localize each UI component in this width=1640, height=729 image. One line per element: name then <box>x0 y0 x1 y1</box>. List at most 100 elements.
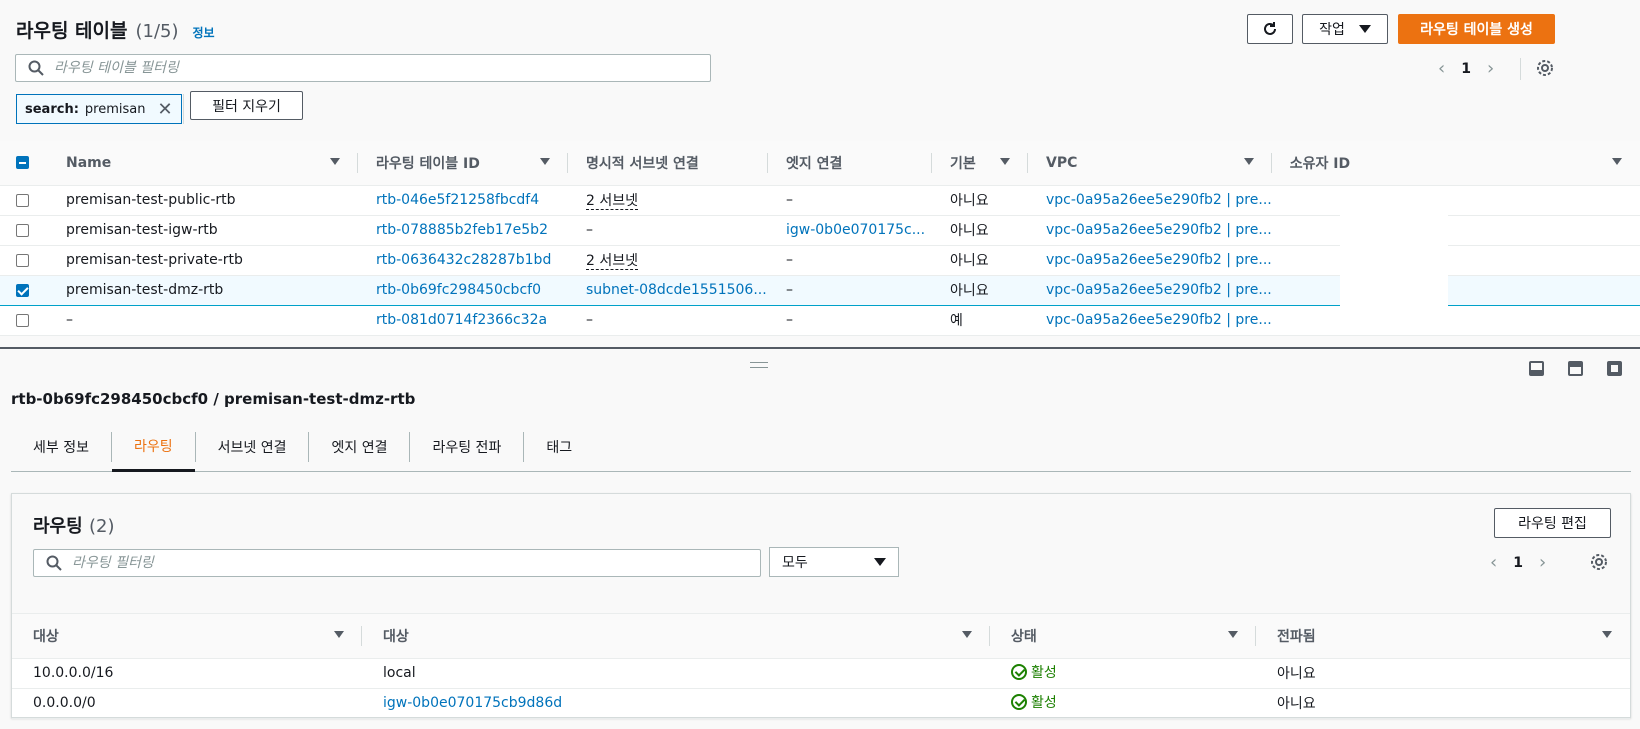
tab-tags[interactable]: 태그 <box>524 422 594 472</box>
route-tables-section: 라우팅 테이블 (1/5) 정보 작업 라우팅 테이블 생성 ‹ 1 › sea… <box>0 0 1640 340</box>
route-table-id-link[interactable]: rtb-078885b2feb17e5b2 <box>376 222 548 238</box>
col-header[interactable]: 명시적 서브넷 연결 <box>568 141 768 186</box>
selection-count: (1/5) <box>135 21 179 42</box>
row-checkbox[interactable] <box>16 193 29 207</box>
subnet-association[interactable]: 2 서브넷 <box>586 253 638 270</box>
vpc-link[interactable]: vpc-0a95a26ee5e290fb2 | pre... <box>1046 222 1272 238</box>
row-checkbox[interactable] <box>16 223 29 237</box>
panel-bottom-icon[interactable] <box>1529 361 1544 376</box>
token-value: premisan <box>84 101 146 117</box>
col-header[interactable]: 전파됨 <box>1256 614 1630 659</box>
detail-title: rtb-0b69fc298450cbcf0 / premisan-test-dm… <box>11 390 416 408</box>
vpc-link[interactable]: vpc-0a95a26ee5e290fb2 | pre... <box>1046 282 1272 298</box>
settings-gear-icon[interactable] <box>1590 553 1608 575</box>
subnet-association[interactable]: 2 서브넷 <box>586 193 638 210</box>
sort-icon[interactable] <box>962 631 972 638</box>
tab-subnet-associations[interactable]: 서브넷 연결 <box>196 422 309 472</box>
filter-token: search: premisan ✕ <box>16 94 182 124</box>
col-header[interactable]: Name <box>48 141 358 186</box>
divider <box>1520 58 1521 80</box>
sort-icon[interactable] <box>334 631 344 638</box>
sort-icon[interactable] <box>1243 158 1254 165</box>
vpc-link[interactable]: vpc-0a95a26ee5e290fb2 | pre... <box>1046 252 1272 268</box>
status-badge: 활성 <box>1011 662 1057 682</box>
route-table-id-link[interactable]: rtb-046e5f21258fbcdf4 <box>376 192 539 208</box>
route-table-id-link[interactable]: rtb-0b69fc298450cbcf0 <box>376 282 541 298</box>
propagated-cell: 아니요 <box>1256 688 1630 719</box>
redaction-mask <box>1340 213 1448 313</box>
sort-icon[interactable] <box>540 158 550 165</box>
col-header[interactable]: 엣지 연결 <box>768 141 932 186</box>
chevron-left-icon[interactable]: ‹ <box>1490 552 1497 573</box>
route-filter-select[interactable]: 모두 <box>769 547 899 577</box>
vpc-link[interactable]: vpc-0a95a26ee5e290fb2 | pre... <box>1046 312 1272 328</box>
col-header[interactable]: 라우팅 테이블 ID <box>358 141 568 186</box>
sort-icon[interactable] <box>330 158 340 165</box>
routes-table: 대상 대상 상태 전파됨 10.0.0.0/16 local 활성 아니요 0.… <box>12 614 1630 719</box>
chevron-left-icon[interactable]: ‹ <box>1438 58 1445 79</box>
col-header[interactable]: 소유자 ID <box>1271 141 1640 186</box>
table-row: 0.0.0.0/0 igw-0b0e070175cb9d86d 활성 아니요 <box>12 688 1630 719</box>
actions-button[interactable]: 작업 <box>1302 14 1388 44</box>
settings-gear-icon[interactable] <box>1536 59 1554 81</box>
vpc-link[interactable]: vpc-0a95a26ee5e290fb2 | pre... <box>1046 192 1272 208</box>
col-header[interactable]: 대상 <box>362 614 990 659</box>
select-all-checkbox[interactable] <box>16 156 29 170</box>
routes-panel-header: 라우팅 (2) 라우팅 편집 모두 ‹ 1 › <box>12 494 1630 614</box>
search-input[interactable] <box>54 60 710 76</box>
drag-handle[interactable] <box>750 362 768 368</box>
refresh-button[interactable] <box>1247 14 1293 44</box>
col-header[interactable]: 상태 <box>990 614 1256 659</box>
row-checkbox[interactable] <box>16 253 29 267</box>
clear-filters-button[interactable]: 필터 지우기 <box>190 91 303 120</box>
name-cell: – <box>48 305 358 336</box>
edit-routes-button[interactable]: 라우팅 편집 <box>1494 508 1611 538</box>
row-checkbox[interactable] <box>16 313 29 327</box>
subnet-cell: – <box>568 215 768 246</box>
tab-edge-associations[interactable]: 엣지 연결 <box>309 422 409 472</box>
name-cell: premisan-test-private-rtb <box>48 245 358 276</box>
panel-full-icon[interactable] <box>1607 361 1622 376</box>
route-table-id-link[interactable]: rtb-0636432c28287b1bd <box>376 252 551 268</box>
route-table-id-link[interactable]: rtb-081d0714f2366c32a <box>376 312 547 328</box>
select-value: 모두 <box>782 555 808 571</box>
subnet-cell: – <box>568 305 768 336</box>
tab-details[interactable]: 세부 정보 <box>11 422 111 472</box>
sort-icon[interactable] <box>1602 631 1612 638</box>
edge-cell: – <box>768 185 932 216</box>
tab-routes[interactable]: 라우팅 <box>111 422 195 472</box>
sort-icon[interactable] <box>1612 158 1622 165</box>
page-number[interactable]: 1 <box>1461 61 1471 77</box>
routes-pagination: ‹ 1 › <box>1490 552 1546 573</box>
table-row[interactable]: premisan-test-public-rtb rtb-046e5f21258… <box>0 185 1640 216</box>
split-divider[interactable] <box>0 347 1640 349</box>
edge-cell: – <box>768 305 932 336</box>
routes-panel: 라우팅 (2) 라우팅 편집 모두 ‹ 1 › 대상 대상 상태 전파됨 <box>11 493 1631 719</box>
divider <box>183 94 184 124</box>
edge-cell: – <box>768 245 932 276</box>
col-header[interactable]: 대상 <box>12 614 362 659</box>
route-table-filter[interactable] <box>15 54 711 82</box>
close-icon[interactable]: ✕ <box>157 99 172 120</box>
target-link[interactable]: igw-0b0e070175cb9d86d <box>383 695 562 711</box>
routes-filter[interactable] <box>33 549 761 577</box>
chevron-right-icon[interactable]: › <box>1487 58 1494 79</box>
col-header[interactable]: 기본 <box>932 141 1028 186</box>
route-search-input[interactable] <box>72 555 760 571</box>
chevron-right-icon[interactable]: › <box>1539 552 1546 573</box>
main-cell: 아니요 <box>932 245 1028 276</box>
col-header[interactable]: VPC <box>1028 141 1272 186</box>
sort-icon[interactable] <box>1228 631 1238 638</box>
tab-route-propagation[interactable]: 라우팅 전파 <box>410 422 523 472</box>
sort-icon[interactable] <box>1000 158 1010 165</box>
page-header: 라우팅 테이블 (1/5) 정보 <box>16 16 215 43</box>
subnet-link[interactable]: subnet-08dcde1551506... <box>586 282 767 298</box>
page-number[interactable]: 1 <box>1513 555 1523 571</box>
edge-link[interactable]: igw-0b0e070175c... <box>786 222 925 238</box>
row-checkbox[interactable] <box>16 283 29 297</box>
main-cell: 아니요 <box>932 185 1028 216</box>
info-link[interactable]: 정보 <box>193 24 215 41</box>
panel-side-icon[interactable] <box>1568 361 1583 376</box>
caret-down-icon <box>874 558 886 566</box>
create-route-table-button[interactable]: 라우팅 테이블 생성 <box>1398 14 1555 44</box>
